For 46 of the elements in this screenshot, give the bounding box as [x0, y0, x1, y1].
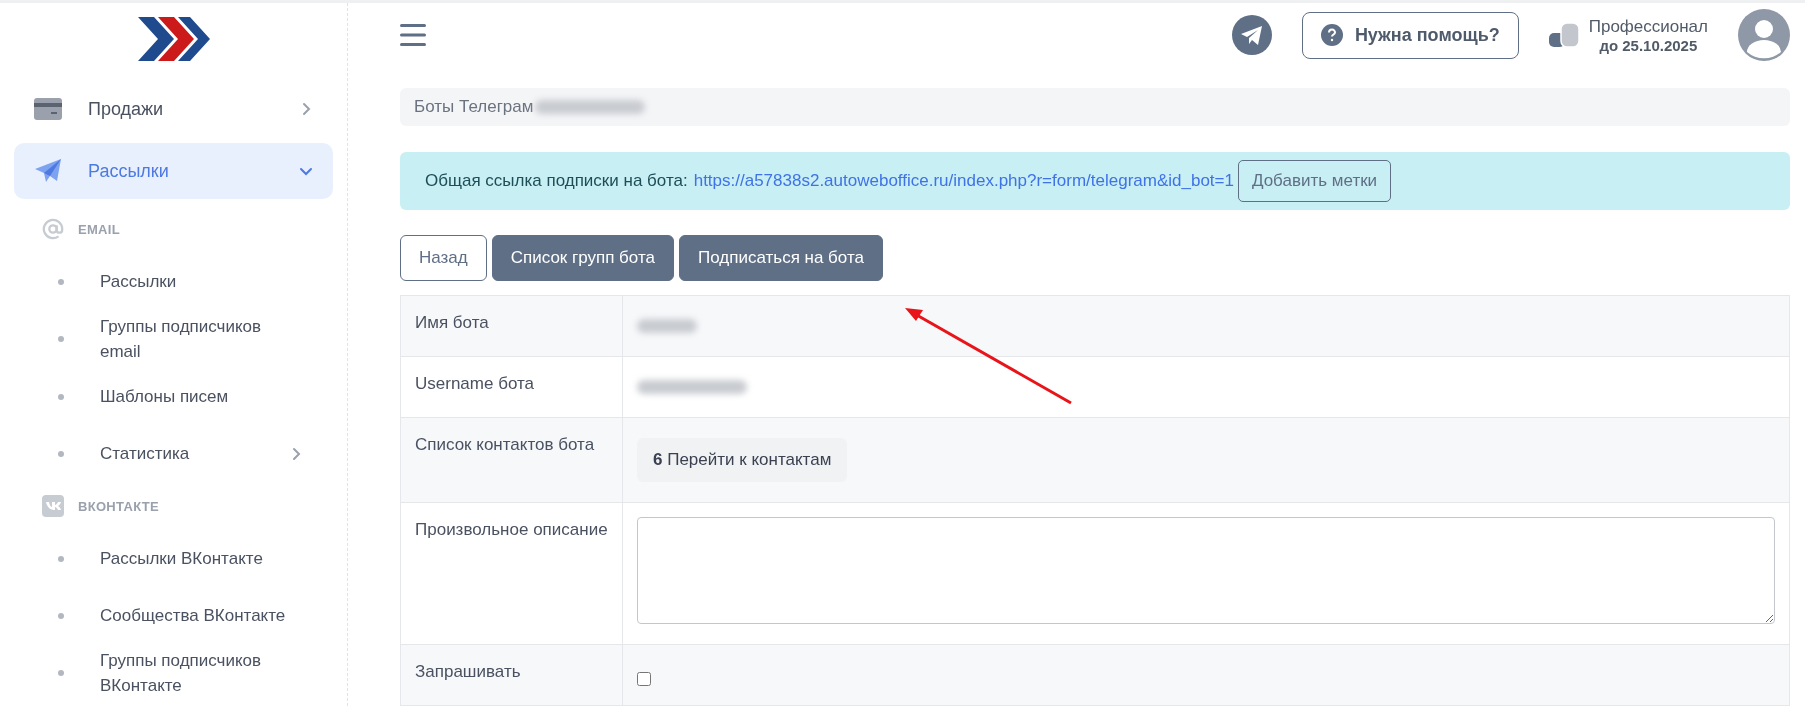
action-button[interactable]: Список групп бота: [491, 235, 674, 281]
field-label: Произвольное описание: [401, 503, 623, 644]
blurred-text: [637, 319, 697, 333]
sidebar-subitem[interactable]: Рассылки: [14, 253, 333, 310]
action-button[interactable]: Подписаться на бота: [679, 235, 883, 281]
sidebar-menu-item[interactable]: Рассылки: [14, 143, 333, 199]
sidebar-subitem[interactable]: Группы подписчиков email: [14, 310, 333, 368]
field-label: Имя бота: [401, 296, 623, 356]
plan-expiry-date: до 25.10.2025: [1599, 36, 1698, 54]
bullet-icon: [58, 450, 64, 457]
plan-name: Профессионал: [1588, 16, 1708, 37]
breadcrumb-text: Боты Телеграм: [414, 97, 534, 118]
at-sign-icon: [42, 218, 64, 240]
alert-text: Общая ссылка подписки на бота:: [425, 171, 688, 192]
paper-plane-icon: [34, 158, 62, 184]
add-tags-button[interactable]: Добавить метки: [1237, 160, 1392, 203]
sidebar-subitem[interactable]: Рассылки ВКонтакте: [14, 530, 333, 587]
subscription-link[interactable]: https://a57838s2.autoweboffice.ru/index.php?r=form/telegram&id_bot=1: [693, 171, 1234, 192]
field-label: Запрашивать: [401, 645, 623, 705]
sidebar-subitem[interactable]: Статистика: [14, 425, 333, 482]
bullet-icon: [58, 612, 64, 619]
question-icon: [1320, 24, 1343, 47]
bullet-icon: [58, 670, 64, 676]
sidebar-subitem[interactable]: Сообщества ВКонтакте: [14, 587, 333, 644]
contacts-link[interactable]: 6 Перейти к контактам: [637, 438, 848, 482]
action-button[interactable]: Назад: [400, 235, 487, 281]
field-label: Username бота: [401, 357, 623, 417]
coins-icon: [1548, 21, 1581, 50]
bullet-icon: [58, 555, 64, 562]
help-button[interactable]: Нужна помощь?: [1301, 11, 1519, 59]
checkbox[interactable]: [637, 672, 651, 686]
telegram-icon[interactable]: [1231, 15, 1272, 56]
bullet-icon: [58, 336, 64, 342]
sidebar-menu-item[interactable]: Продажи: [14, 81, 333, 137]
field-label: Список контактов бота: [401, 418, 623, 502]
bullet-icon: [58, 393, 64, 400]
sidebar-subitem[interactable]: Группы подписчиков ВКонтакте: [14, 644, 333, 702]
avatar-icon[interactable]: [1738, 9, 1790, 62]
card-icon: [34, 98, 62, 120]
bullet-icon: [58, 278, 64, 285]
vk-icon: [42, 495, 64, 517]
section-heading: EMAIL: [78, 221, 120, 237]
description-field[interactable]: [637, 517, 1775, 624]
menu-icon[interactable]: [400, 24, 426, 47]
sidebar-subitem[interactable]: Шаблоны писем: [14, 368, 333, 425]
section-heading: ВКОНТАКТЕ: [78, 498, 159, 514]
